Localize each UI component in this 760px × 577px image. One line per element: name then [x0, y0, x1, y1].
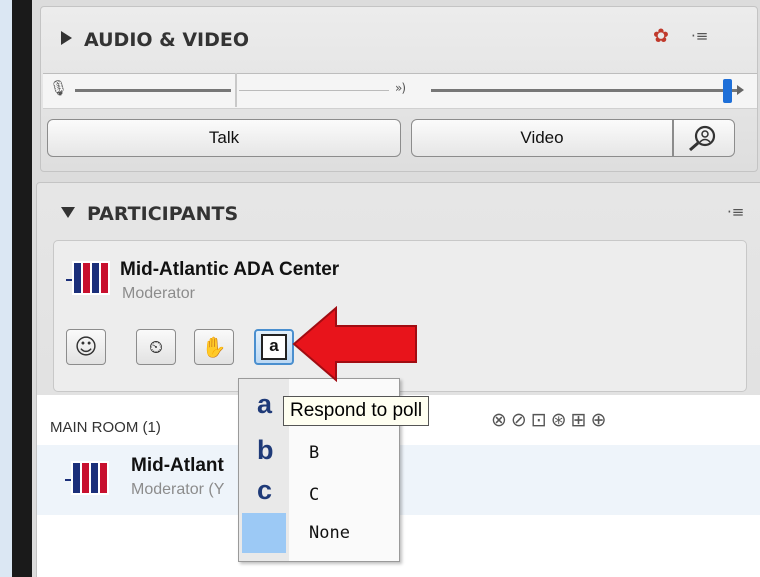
- volume-end-icon: [737, 85, 744, 95]
- emoticon-button[interactable]: ☺: [66, 329, 106, 365]
- option-letter: c: [257, 475, 273, 505]
- emoticon-icon: ☺: [74, 334, 98, 360]
- option-letter: b: [257, 435, 274, 465]
- status-away-icon: ⏲: [148, 336, 164, 358]
- option-label: B: [309, 443, 320, 463]
- option-label: C: [309, 485, 320, 505]
- audio-slider-row: 🎙 »): [43, 73, 757, 109]
- speaker-volume-thumb[interactable]: [723, 79, 732, 103]
- none-swatch: [242, 513, 286, 553]
- talk-button[interactable]: Talk: [47, 119, 401, 157]
- audio-video-title: AUDIO & VIDEO: [84, 29, 250, 51]
- participants-header[interactable]: PARTICIPANTS: [61, 203, 238, 225]
- expand-arrow-icon[interactable]: [61, 31, 72, 45]
- current-user-name: Mid-Atlantic ADA Center: [120, 259, 340, 280]
- panel-menu-icon[interactable]: ·≡: [691, 27, 708, 45]
- slider-divider: [235, 73, 237, 107]
- status-away-button[interactable]: ⏲: [136, 329, 176, 365]
- participants-menu-icon[interactable]: ·≡: [727, 203, 744, 221]
- gear-heart-icon[interactable]: ✿: [653, 25, 669, 47]
- mic-volume-track[interactable]: [75, 89, 231, 92]
- room-action-icons[interactable]: ⊗⊘⊡⊛⊞⊕: [491, 409, 611, 431]
- option-letter: a: [257, 389, 273, 419]
- speaker-volume-track[interactable]: [431, 89, 739, 92]
- participants-title: PARTICIPANTS: [87, 203, 239, 225]
- magnifier-person-icon: [689, 125, 716, 152]
- option-label: None: [309, 523, 350, 543]
- red-arrow-annotation: [292, 306, 417, 382]
- current-user-role: Moderator: [122, 285, 195, 302]
- raise-hand-icon: ✋: [201, 335, 227, 359]
- main-room-label: MAIN ROOM (1): [50, 419, 161, 436]
- raise-hand-button[interactable]: ✋: [194, 329, 234, 365]
- ada-center-logo: [65, 461, 109, 495]
- mic-volume-track-rest: [239, 90, 389, 91]
- find-participant-button[interactable]: [673, 119, 735, 157]
- tooltip: Respond to poll: [283, 396, 430, 426]
- speaker-icon[interactable]: »): [395, 81, 406, 95]
- video-button[interactable]: Video: [411, 119, 673, 157]
- poll-response-button[interactable]: a: [254, 329, 294, 365]
- poll-response-icon: a: [261, 334, 287, 360]
- microphone-icon[interactable]: 🎙: [49, 79, 68, 97]
- ada-center-logo: [66, 261, 110, 295]
- audio-video-header[interactable]: AUDIO & VIDEO: [61, 29, 249, 51]
- participant-name: Mid-Atlant: [131, 455, 224, 476]
- participant-role: Moderator (Y: [131, 481, 225, 498]
- collapse-arrow-icon[interactable]: [61, 207, 75, 218]
- audio-video-pod: AUDIO & VIDEO ✿ ·≡ 🎙 ») Talk Video: [40, 6, 758, 172]
